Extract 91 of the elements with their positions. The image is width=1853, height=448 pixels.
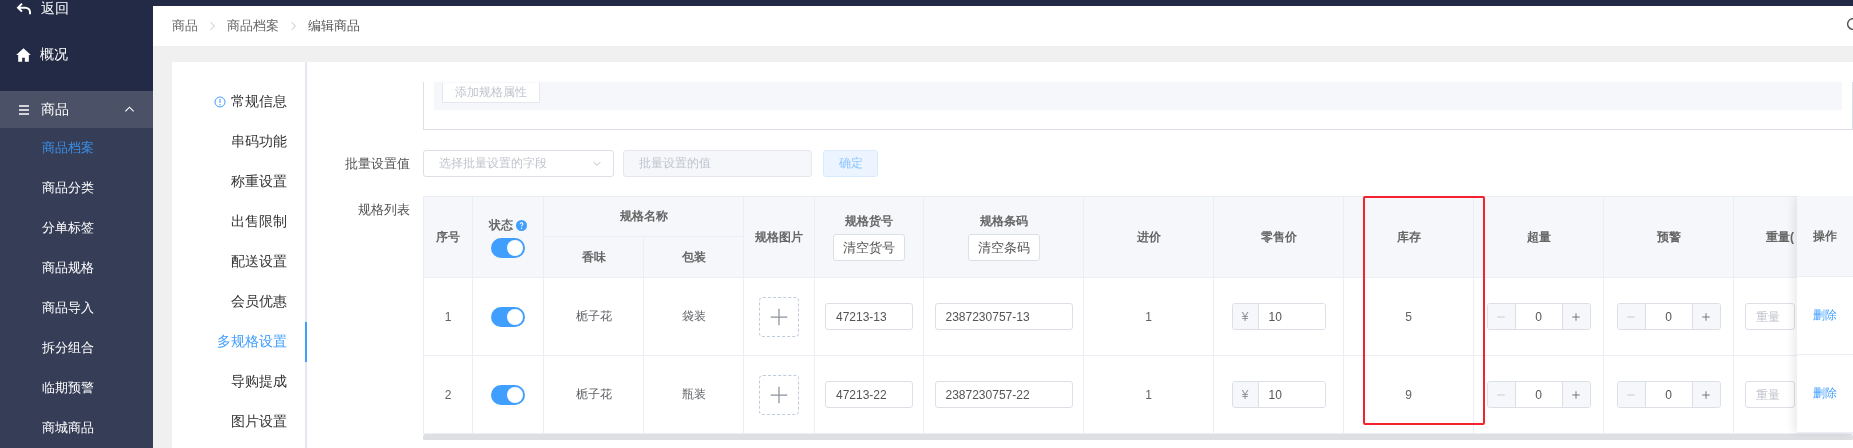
- menu-icon: [17, 103, 31, 116]
- column-header: 预警: [1656, 229, 1681, 244]
- section-tab[interactable]: 配送设置: [172, 242, 307, 282]
- cell-text: 瓶装: [681, 387, 706, 401]
- back-arrow-icon: [15, 1, 33, 17]
- number-stepper[interactable]: 0: [1616, 303, 1721, 330]
- column-header: 规格图片: [755, 229, 803, 244]
- menu-item[interactable]: 商品规格: [0, 248, 153, 288]
- scroll-bar[interactable]: [423, 434, 1853, 440]
- column-header: 状态: [489, 216, 513, 234]
- menu-item[interactable]: 商品分类: [0, 168, 153, 208]
- section-tab[interactable]: 串码功能: [172, 122, 307, 162]
- cell-text: 9: [1405, 387, 1412, 402]
- clear-button[interactable]: 清空货号: [833, 234, 905, 261]
- number-stepper[interactable]: 0: [1486, 303, 1591, 330]
- menu-item[interactable]: 分单标签: [0, 208, 153, 248]
- section-tab[interactable]: 称重设置: [172, 162, 307, 202]
- price-field[interactable]: ¥ 10: [1231, 381, 1326, 408]
- increase-button[interactable]: [1691, 382, 1720, 407]
- increase-button[interactable]: [1561, 382, 1590, 407]
- currency-symbol: ¥: [1232, 382, 1259, 407]
- decrease-button[interactable]: [1487, 304, 1516, 329]
- chevron-right-icon: [289, 21, 298, 31]
- column-header: 操作: [1813, 227, 1837, 245]
- column-header: 序号: [436, 229, 460, 244]
- currency-symbol: ¥: [1232, 304, 1259, 329]
- number-stepper[interactable]: 0: [1486, 381, 1591, 408]
- column-header: 进价: [1136, 229, 1161, 244]
- menu-item[interactable]: 商品导入: [0, 288, 153, 328]
- section-tab[interactable]: 会员优惠: [172, 282, 307, 322]
- toggle-switch[interactable]: [491, 237, 525, 258]
- column-header: 重量(: [1766, 229, 1794, 244]
- increase-button[interactable]: [1561, 304, 1590, 329]
- column-header: 规格名称: [619, 209, 668, 223]
- menu-item[interactable]: 临期预警: [0, 368, 153, 408]
- menu-group[interactable]: 商品: [0, 91, 153, 128]
- plus-icon: [1571, 311, 1581, 322]
- chevron-right-icon: [208, 21, 217, 31]
- home-icon: [15, 46, 32, 63]
- cell-text: 1: [1145, 387, 1152, 402]
- breadcrumb-item[interactable]: 商品: [172, 17, 198, 35]
- section-tab[interactable]: 常规信息: [172, 82, 307, 122]
- decrease-button[interactable]: [1617, 304, 1646, 329]
- cell-text: 袋装: [681, 309, 706, 323]
- cell-text: 栀子花: [575, 387, 612, 401]
- plus-icon: [1701, 389, 1711, 400]
- input-field[interactable]: 2387230757-13: [934, 303, 1073, 330]
- image-upload[interactable]: [759, 374, 799, 415]
- plus-icon: [769, 384, 789, 405]
- column-header: 香味: [581, 249, 606, 264]
- toggle-switch[interactable]: [491, 384, 525, 405]
- cell-text: 1: [444, 309, 452, 324]
- field-label: 批量设置值: [344, 155, 411, 173]
- column-header: 零售价: [1260, 229, 1297, 244]
- input-field[interactable]: 47213-22: [825, 381, 913, 408]
- overview-link[interactable]: 概况: [15, 18, 153, 91]
- increase-button[interactable]: [1691, 304, 1720, 329]
- menu-item[interactable]: 商城商品: [0, 408, 153, 448]
- column-header: 库存: [1396, 229, 1421, 244]
- plus-icon: [1571, 389, 1581, 400]
- toggle-switch[interactable]: [491, 306, 525, 327]
- column-header: 规格条码: [979, 213, 1028, 230]
- clear-button[interactable]: 清空条码: [967, 234, 1040, 261]
- breadcrumb-item[interactable]: 商品档案: [227, 17, 279, 35]
- input-field[interactable]: 47213-13: [825, 303, 913, 330]
- number-stepper[interactable]: 0: [1616, 381, 1721, 408]
- section-tab[interactable]: 图片设置: [172, 402, 307, 442]
- column-header: 包装: [681, 249, 706, 264]
- menu-item[interactable]: 拆分组合: [0, 328, 153, 368]
- column-header: 规格货号: [845, 213, 893, 230]
- cell-text: 2: [444, 387, 452, 402]
- column-header: 超量: [1526, 229, 1551, 244]
- cell-text: 1: [1145, 309, 1152, 324]
- price-field[interactable]: ¥ 10: [1231, 303, 1326, 330]
- back-link[interactable]: 返回: [15, 0, 153, 18]
- input-field[interactable]: 2387230757-22: [934, 381, 1073, 408]
- cell-text: 5: [1405, 309, 1412, 324]
- plus-icon: [1701, 311, 1711, 322]
- cell-text: 栀子花: [575, 309, 612, 323]
- image-upload[interactable]: [759, 296, 799, 337]
- info-icon: [214, 96, 226, 108]
- plus-icon: [769, 306, 789, 327]
- chevron-down-icon: [591, 159, 603, 168]
- decrease-button[interactable]: [1487, 382, 1516, 407]
- decrease-button[interactable]: [1617, 382, 1646, 407]
- field-label: 规格列表: [357, 201, 411, 219]
- menu-group-label: 商品: [41, 100, 70, 119]
- help-icon: [516, 219, 527, 231]
- breadcrumb-item: 编辑商品: [308, 17, 360, 35]
- section-tab[interactable]: 出售限制: [172, 202, 307, 242]
- section-tab[interactable]: 导购提成: [172, 362, 307, 402]
